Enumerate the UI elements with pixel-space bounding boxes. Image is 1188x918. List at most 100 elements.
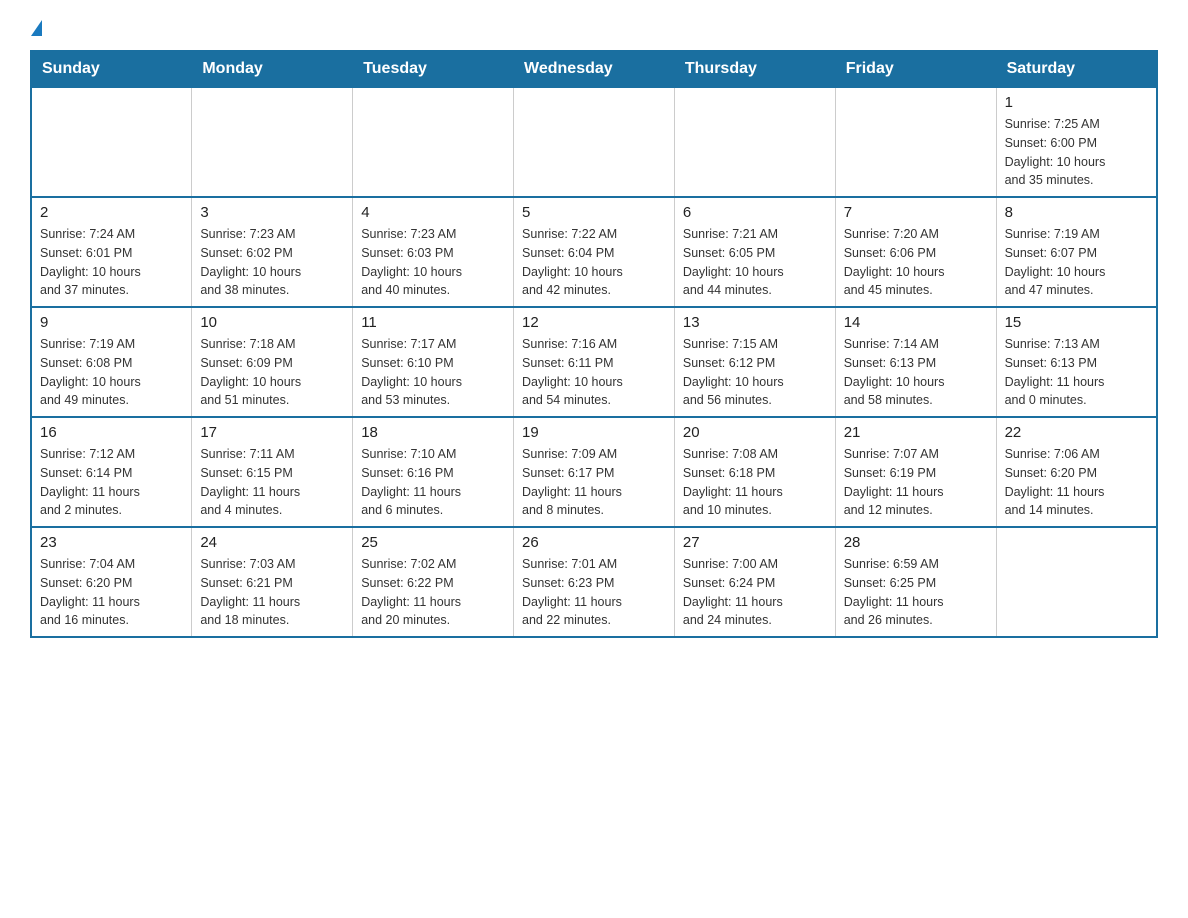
calendar-cell: 15 Sunrise: 7:13 AM Sunset: 6:13 PM Dayli…: [996, 307, 1157, 417]
logo: [30, 20, 42, 34]
calendar-cell: 17 Sunrise: 7:11 AM Sunset: 6:15 PM Dayli…: [192, 417, 353, 527]
day-info: Sunrise: 7:25 AM Sunset: 6:00 PM Dayligh…: [1005, 115, 1148, 190]
day-number: 22: [1005, 424, 1148, 441]
day-info: Sunrise: 7:20 AM Sunset: 6:06 PM Dayligh…: [844, 225, 988, 300]
day-number: 5: [522, 204, 666, 221]
calendar-cell: 13Sunrise: 7:15 AM Sunset: 6:12 PM Dayli…: [674, 307, 835, 417]
calendar-cell: [192, 87, 353, 197]
calendar-cell: 4 Sunrise: 7:23 AM Sunset: 6:03 PM Daylig…: [353, 197, 514, 307]
calendar-cell: 11 Sunrise: 7:17 AM Sunset: 6:10 PM Dayli…: [353, 307, 514, 417]
day-number: 7: [844, 204, 988, 221]
day-info: Sunrise: 7:13 AM Sunset: 6:13 PM Dayligh…: [1005, 335, 1148, 410]
calendar-cell: 7 Sunrise: 7:20 AM Sunset: 6:06 PM Daylig…: [835, 197, 996, 307]
calendar-cell: [996, 527, 1157, 637]
day-info: Sunrise: 7:16 AM Sunset: 6:11 PM Dayligh…: [522, 335, 666, 410]
day-info: Sunrise: 7:19 AM Sunset: 6:07 PM Dayligh…: [1005, 225, 1148, 300]
day-number: 1: [1005, 94, 1148, 111]
calendar-cell: 5 Sunrise: 7:22 AM Sunset: 6:04 PM Daylig…: [514, 197, 675, 307]
calendar-cell: 3Sunrise: 7:23 AM Sunset: 6:02 PM Daylig…: [192, 197, 353, 307]
calendar-cell: 27 Sunrise: 7:00 AM Sunset: 6:24 PM Dayli…: [674, 527, 835, 637]
calendar-cell: 25Sunrise: 7:02 AM Sunset: 6:22 PM Dayli…: [353, 527, 514, 637]
calendar-cell: [674, 87, 835, 197]
day-info: Sunrise: 7:22 AM Sunset: 6:04 PM Dayligh…: [522, 225, 666, 300]
day-number: 16: [40, 424, 183, 441]
day-number: 6: [683, 204, 827, 221]
day-number: 15: [1005, 314, 1148, 331]
day-info: Sunrise: 7:02 AM Sunset: 6:22 PM Dayligh…: [361, 555, 505, 630]
day-number: 9: [40, 314, 183, 331]
calendar-cell: 18 Sunrise: 7:10 AM Sunset: 6:16 PM Dayli…: [353, 417, 514, 527]
day-info: Sunrise: 7:23 AM Sunset: 6:03 PM Dayligh…: [361, 225, 505, 300]
day-info: Sunrise: 7:11 AM Sunset: 6:15 PM Dayligh…: [200, 445, 344, 520]
calendar-cell: 1 Sunrise: 7:25 AM Sunset: 6:00 PM Daylig…: [996, 87, 1157, 197]
col-wednesday: Wednesday: [514, 51, 675, 87]
day-number: 8: [1005, 204, 1148, 221]
page-header: [30, 20, 1158, 34]
calendar-week-row: 2 Sunrise: 7:24 AM Sunset: 6:01 PM Daylig…: [31, 197, 1157, 307]
day-info: Sunrise: 7:24 AM Sunset: 6:01 PM Dayligh…: [40, 225, 183, 300]
logo-triangle-icon: [31, 20, 42, 36]
day-info: Sunrise: 7:06 AM Sunset: 6:20 PM Dayligh…: [1005, 445, 1148, 520]
calendar-header-row: Sunday Monday Tuesday Wednesday Thursday…: [31, 51, 1157, 87]
day-info: Sunrise: 7:04 AM Sunset: 6:20 PM Dayligh…: [40, 555, 183, 630]
day-number: 23: [40, 534, 183, 551]
day-number: 14: [844, 314, 988, 331]
day-number: 19: [522, 424, 666, 441]
calendar-cell: [31, 87, 192, 197]
calendar-cell: 9 Sunrise: 7:19 AM Sunset: 6:08 PM Daylig…: [31, 307, 192, 417]
calendar-cell: [353, 87, 514, 197]
day-number: 10: [200, 314, 344, 331]
col-friday: Friday: [835, 51, 996, 87]
calendar-cell: 24 Sunrise: 7:03 AM Sunset: 6:21 PM Dayli…: [192, 527, 353, 637]
day-info: Sunrise: 6:59 AM Sunset: 6:25 PM Dayligh…: [844, 555, 988, 630]
day-info: Sunrise: 7:00 AM Sunset: 6:24 PM Dayligh…: [683, 555, 827, 630]
calendar-week-row: 1 Sunrise: 7:25 AM Sunset: 6:00 PM Daylig…: [31, 87, 1157, 197]
day-info: Sunrise: 7:09 AM Sunset: 6:17 PM Dayligh…: [522, 445, 666, 520]
day-number: 17: [200, 424, 344, 441]
day-info: Sunrise: 7:08 AM Sunset: 6:18 PM Dayligh…: [683, 445, 827, 520]
day-number: 27: [683, 534, 827, 551]
day-info: Sunrise: 7:07 AM Sunset: 6:19 PM Dayligh…: [844, 445, 988, 520]
calendar-cell: 6 Sunrise: 7:21 AM Sunset: 6:05 PM Daylig…: [674, 197, 835, 307]
calendar-cell: 19 Sunrise: 7:09 AM Sunset: 6:17 PM Dayli…: [514, 417, 675, 527]
calendar-cell: [514, 87, 675, 197]
day-info: Sunrise: 7:19 AM Sunset: 6:08 PM Dayligh…: [40, 335, 183, 410]
calendar-cell: 12 Sunrise: 7:16 AM Sunset: 6:11 PM Dayli…: [514, 307, 675, 417]
calendar-week-row: 16 Sunrise: 7:12 AM Sunset: 6:14 PM Dayli…: [31, 417, 1157, 527]
day-info: Sunrise: 7:10 AM Sunset: 6:16 PM Dayligh…: [361, 445, 505, 520]
calendar-week-row: 23 Sunrise: 7:04 AM Sunset: 6:20 PM Dayli…: [31, 527, 1157, 637]
calendar-cell: 26Sunrise: 7:01 AM Sunset: 6:23 PM Dayli…: [514, 527, 675, 637]
calendar-cell: 20 Sunrise: 7:08 AM Sunset: 6:18 PM Dayli…: [674, 417, 835, 527]
day-number: 21: [844, 424, 988, 441]
calendar-table: Sunday Monday Tuesday Wednesday Thursday…: [30, 50, 1158, 638]
day-info: Sunrise: 7:18 AM Sunset: 6:09 PM Dayligh…: [200, 335, 344, 410]
calendar-cell: 23 Sunrise: 7:04 AM Sunset: 6:20 PM Dayli…: [31, 527, 192, 637]
col-saturday: Saturday: [996, 51, 1157, 87]
calendar-cell: 8 Sunrise: 7:19 AM Sunset: 6:07 PM Daylig…: [996, 197, 1157, 307]
day-number: 28: [844, 534, 988, 551]
day-info: Sunrise: 7:15 AM Sunset: 6:12 PM Dayligh…: [683, 335, 827, 410]
col-sunday: Sunday: [31, 51, 192, 87]
day-number: 11: [361, 314, 505, 331]
calendar-cell: 2 Sunrise: 7:24 AM Sunset: 6:01 PM Daylig…: [31, 197, 192, 307]
calendar-cell: 10 Sunrise: 7:18 AM Sunset: 6:09 PM Dayli…: [192, 307, 353, 417]
day-info: Sunrise: 7:21 AM Sunset: 6:05 PM Dayligh…: [683, 225, 827, 300]
calendar-cell: 28 Sunrise: 6:59 AM Sunset: 6:25 PM Dayli…: [835, 527, 996, 637]
day-number: 20: [683, 424, 827, 441]
day-number: 12: [522, 314, 666, 331]
day-info: Sunrise: 7:03 AM Sunset: 6:21 PM Dayligh…: [200, 555, 344, 630]
day-info: Sunrise: 7:12 AM Sunset: 6:14 PM Dayligh…: [40, 445, 183, 520]
day-info: Sunrise: 7:01 AM Sunset: 6:23 PM Dayligh…: [522, 555, 666, 630]
day-info: Sunrise: 7:14 AM Sunset: 6:13 PM Dayligh…: [844, 335, 988, 410]
day-number: 3: [200, 204, 344, 221]
day-number: 18: [361, 424, 505, 441]
day-info: Sunrise: 7:17 AM Sunset: 6:10 PM Dayligh…: [361, 335, 505, 410]
calendar-cell: [835, 87, 996, 197]
day-number: 2: [40, 204, 183, 221]
day-number: 4: [361, 204, 505, 221]
calendar-cell: 16 Sunrise: 7:12 AM Sunset: 6:14 PM Dayli…: [31, 417, 192, 527]
day-number: 24: [200, 534, 344, 551]
col-thursday: Thursday: [674, 51, 835, 87]
calendar-cell: 14 Sunrise: 7:14 AM Sunset: 6:13 PM Dayli…: [835, 307, 996, 417]
col-monday: Monday: [192, 51, 353, 87]
